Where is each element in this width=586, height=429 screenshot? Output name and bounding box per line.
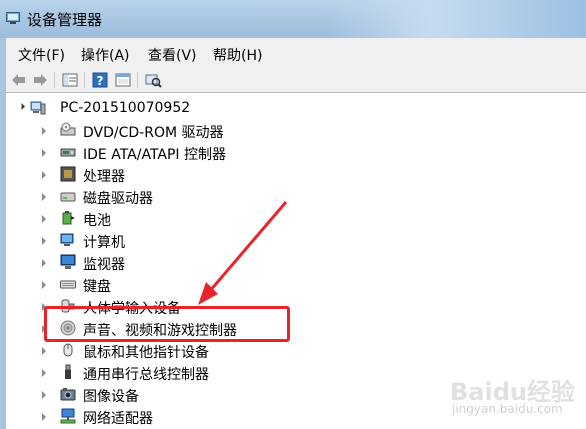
annotation-arrow-icon [198,201,288,305]
watermark-url: jingyan.baidu.com [452,402,563,416]
watermark: Baidu经验 jingyan.baidu.com [450,372,580,422]
device-manager-icon [6,12,20,24]
window-title: 设备管理器 [27,11,103,29]
